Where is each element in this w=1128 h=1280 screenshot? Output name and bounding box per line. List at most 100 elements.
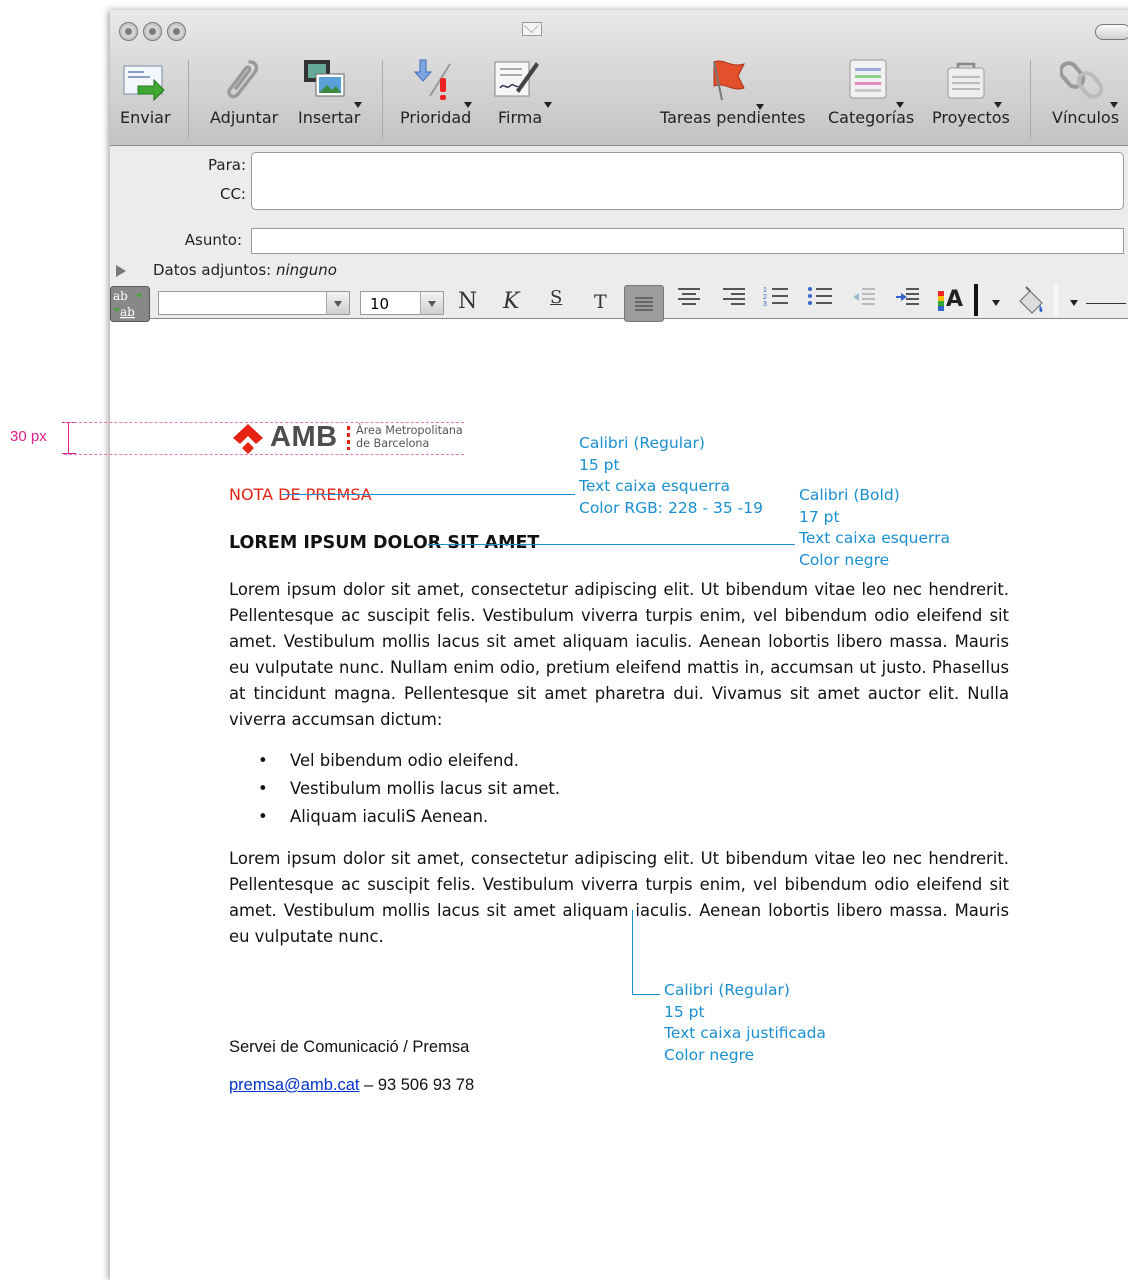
- attachments-value: ninguno: [276, 261, 337, 279]
- body-paragraph-1: Lorem ipsum dolor sit amet, consectetur …: [229, 580, 1009, 729]
- align-right-icon[interactable]: [721, 285, 747, 307]
- body-spec-note: Calibri (Regular) 15 pt Text caixa justi…: [664, 981, 826, 1064]
- bullet-item-text: Vestibulum mollis lacus sit amet.: [290, 779, 561, 798]
- categories-icon: [849, 59, 887, 99]
- numbered-list-icon[interactable]: 123: [763, 285, 789, 307]
- strikethrough-button[interactable]: T: [594, 291, 607, 313]
- measure-label: 30 px: [10, 428, 47, 445]
- line-style-dropdown-caret[interactable]: [1070, 300, 1078, 306]
- measure-bracket: [62, 422, 76, 454]
- links-button[interactable]: Vínculos: [1046, 50, 1128, 142]
- toolbar-divider: [1054, 284, 1058, 316]
- amb-logo-line2: de Barcelona: [356, 437, 430, 450]
- projects-button[interactable]: Proyectos: [930, 50, 1020, 142]
- priority-icon: [413, 59, 451, 100]
- decrease-indent-icon[interactable]: [850, 285, 876, 307]
- svg-text:2: 2: [763, 294, 767, 301]
- close-window-button[interactable]: [119, 22, 138, 41]
- send-label: Enviar: [120, 108, 171, 127]
- signature-icon: [494, 61, 539, 97]
- email-link[interactable]: premsa@amb.cat: [229, 1076, 359, 1094]
- align-center-icon[interactable]: [676, 285, 702, 307]
- font-size-select[interactable]: 10: [360, 291, 444, 315]
- svg-text:3: 3: [763, 301, 767, 307]
- amb-logo-text: AMB: [270, 421, 338, 453]
- body-guide-line-horizontal: [632, 994, 660, 995]
- toolbar-separator: [1030, 60, 1031, 138]
- underline-button[interactable]: S: [550, 287, 562, 308]
- align-left-button[interactable]: [624, 285, 664, 322]
- text-color-swatch[interactable]: [974, 284, 978, 316]
- projects-icon: [947, 62, 985, 99]
- send-icon: [123, 65, 165, 102]
- paint-bucket-icon[interactable]: [1014, 283, 1048, 317]
- bullet-item-text: Aliquam iaculiS Aenean.: [290, 807, 489, 826]
- recipients-field[interactable]: [251, 152, 1124, 210]
- disclosure-triangle-icon[interactable]: [116, 265, 126, 277]
- attachments-label: Datos adjuntos:: [153, 261, 272, 279]
- font-color-icon: A: [946, 287, 964, 312]
- font-size-dropdown-caret: [428, 301, 436, 307]
- send-button[interactable]: Enviar: [110, 50, 180, 142]
- message-header: Para: CC: Asunto: Datos adjuntos: ningun…: [110, 146, 1128, 322]
- text-color-dropdown-caret[interactable]: [992, 300, 1000, 306]
- toggle-toolbar-button[interactable]: [1095, 24, 1128, 40]
- links-icon: [1060, 61, 1104, 99]
- zoom-window-button[interactable]: [167, 22, 186, 41]
- minimize-window-button[interactable]: [143, 22, 162, 41]
- svg-text:ab: ab: [113, 289, 128, 303]
- subject-input[interactable]: [251, 228, 1124, 254]
- amb-logo: AMB Àrea Metropolitana de Barcelona: [230, 421, 470, 456]
- svg-text:ab: ab: [120, 305, 135, 319]
- body-guide-line-vertical: [632, 910, 633, 994]
- paperclip-icon: [227, 60, 259, 99]
- amb-logo-line1: Àrea Metropolitana: [356, 424, 463, 437]
- toolbar-separator: [382, 60, 383, 138]
- todo-button[interactable]: Tareas pendientes: [658, 50, 818, 142]
- categories-button[interactable]: Categorías: [826, 50, 922, 142]
- svg-text:1: 1: [763, 287, 767, 294]
- font-name-select[interactable]: [158, 291, 350, 315]
- attachments-row: Datos adjuntos: ninguno: [153, 261, 337, 279]
- italic-button[interactable]: K: [503, 289, 519, 314]
- kicker-guide-line: [282, 494, 575, 495]
- title-guide-line: [428, 544, 795, 545]
- subject-label: Asunto:: [184, 231, 242, 249]
- contact-line: premsa@amb.cat – 93 506 93 78: [229, 1076, 474, 1095]
- projects-label: Proyectos: [932, 108, 1010, 127]
- insert-button[interactable]: Insertar: [296, 50, 374, 142]
- font-size-value: 10: [370, 295, 390, 313]
- signature-line: Servei de Comunicació / Premsa: [229, 1038, 470, 1056]
- links-label: Vínculos: [1052, 108, 1120, 127]
- bulleted-list-icon[interactable]: [807, 285, 833, 307]
- press-release-title: LOREM IPSUM DOLOR SIT AMET: [229, 533, 540, 553]
- font-color-button[interactable]: A: [938, 285, 968, 315]
- toolbar-separator: [188, 60, 189, 138]
- categories-label: Categorías: [828, 108, 915, 127]
- body-paragraph-2: Lorem ipsum dolor sit amet, consectetur …: [229, 849, 1009, 946]
- signature-button[interactable]: Firma: [492, 50, 562, 142]
- todo-label: Tareas pendientes: [660, 108, 806, 127]
- insert-media-icon: [304, 60, 345, 97]
- font-name-dropdown-caret: [334, 301, 342, 307]
- signature-dropdown-caret: [544, 102, 552, 108]
- spellcheck-icon[interactable]: ab ab: [110, 286, 150, 322]
- bullet-item-text: Vel bibendum odio eleifend.: [290, 751, 519, 770]
- horizontal-line-icon[interactable]: [1086, 303, 1126, 304]
- priority-label: Prioridad: [400, 108, 472, 127]
- flag-icon: [713, 60, 745, 101]
- amb-logo-divider: [347, 426, 350, 450]
- toolbar: Enviar Adjuntar Insertar Prioridad Firma…: [110, 10, 1128, 146]
- bold-button[interactable]: N: [458, 289, 477, 314]
- kicker-spec-note: Calibri (Regular) 15 pt Text caixa esque…: [579, 434, 763, 517]
- increase-indent-icon[interactable]: [894, 285, 920, 307]
- attach-label: Adjuntar: [210, 108, 279, 127]
- cc-label: CC:: [219, 185, 246, 203]
- amb-logo-mark: [233, 424, 263, 454]
- envelope-icon: [522, 22, 542, 36]
- insert-label: Insertar: [298, 108, 361, 127]
- title-spec-note: Calibri (Bold) 17 pt Text caixa esquerra…: [799, 486, 950, 569]
- priority-button[interactable]: Prioridad: [398, 50, 480, 142]
- signature-label: Firma: [498, 108, 543, 127]
- attach-button[interactable]: Adjuntar: [206, 50, 286, 142]
